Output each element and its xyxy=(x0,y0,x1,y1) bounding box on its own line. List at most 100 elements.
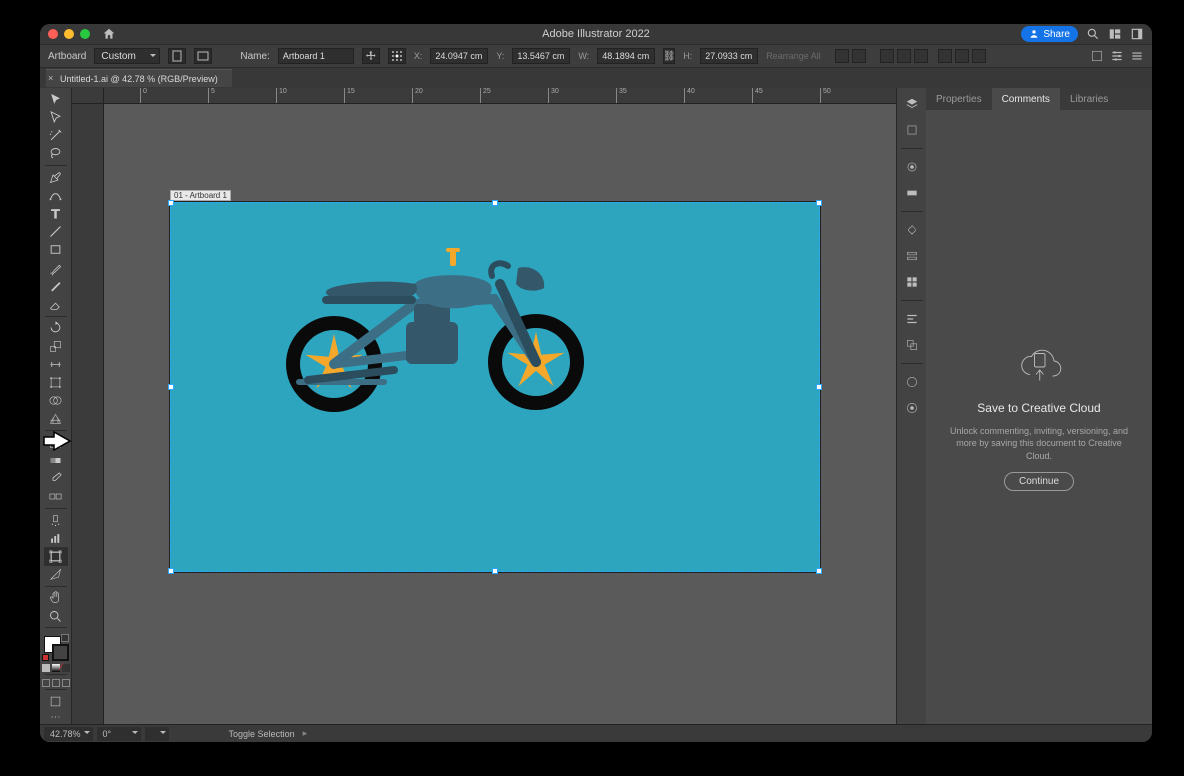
status-menu-arrow[interactable]: ▸ xyxy=(303,728,308,739)
panel-menu-icon[interactable] xyxy=(1130,49,1144,63)
rectangle-tool[interactable] xyxy=(44,241,68,259)
direct-selection-tool[interactable] xyxy=(44,108,68,126)
x-input[interactable]: 24.0947 cm xyxy=(430,48,488,64)
hand-tool[interactable] xyxy=(44,589,68,607)
gradient-panel-icon[interactable] xyxy=(902,183,922,203)
artboard-name-input[interactable]: Artboard 1 xyxy=(278,48,354,64)
edit-toolbar-button[interactable]: ⋯ xyxy=(45,710,67,723)
layers-panel-icon[interactable] xyxy=(902,94,922,114)
blend-tool[interactable] xyxy=(44,488,68,506)
y-input[interactable]: 13.5467 cm xyxy=(512,48,570,64)
scale-tool[interactable] xyxy=(44,337,68,355)
artboard-option-button[interactable] xyxy=(852,49,866,63)
align-left-button[interactable] xyxy=(880,49,894,63)
free-transform-tool[interactable] xyxy=(44,373,68,391)
cc-title: Save to Creative Cloud xyxy=(977,401,1100,415)
align-vcenter-button[interactable] xyxy=(955,49,969,63)
stroke-swatch[interactable] xyxy=(52,644,69,661)
line-tool[interactable] xyxy=(44,223,68,241)
pathfinder-panel-icon[interactable] xyxy=(902,335,922,355)
selection-tool[interactable] xyxy=(44,90,68,108)
appearance-panel-icon[interactable] xyxy=(902,157,922,177)
align-top-button[interactable] xyxy=(938,49,952,63)
traffic-close[interactable] xyxy=(48,29,58,39)
artboard-option-button[interactable] xyxy=(835,49,849,63)
color-guide-panel-icon[interactable] xyxy=(902,398,922,418)
default-fill-stroke-icon[interactable] xyxy=(42,654,49,661)
horizontal-ruler[interactable]: 05101520253035404550 xyxy=(72,88,896,104)
traffic-min[interactable] xyxy=(64,29,74,39)
shape-builder-tool[interactable] xyxy=(44,392,68,410)
perspective-grid-tool[interactable] xyxy=(44,410,68,428)
symbol-sprayer-tool[interactable] xyxy=(44,511,68,529)
align-panel-icon[interactable] xyxy=(902,309,922,329)
setup-icon[interactable] xyxy=(1090,49,1104,63)
document-tab[interactable]: × Untitled-1.ai @ 42.78 % (RGB/Preview) xyxy=(46,69,232,87)
width-tool[interactable] xyxy=(44,355,68,373)
none-mode-button[interactable]: ⁄ xyxy=(62,664,70,672)
color-panel-icon[interactable] xyxy=(902,372,922,392)
align-bottom-button[interactable] xyxy=(972,49,986,63)
draw-inside-button[interactable] xyxy=(62,679,70,687)
brushes-panel-icon[interactable] xyxy=(902,246,922,266)
swap-fill-stroke-icon[interactable] xyxy=(61,634,69,642)
color-mode-button[interactable] xyxy=(42,664,50,672)
draw-behind-button[interactable] xyxy=(52,679,60,687)
traffic-max[interactable] xyxy=(80,29,90,39)
pen-tool[interactable] xyxy=(44,168,68,186)
motorcycle-artwork[interactable] xyxy=(264,234,604,414)
search-icon[interactable] xyxy=(1086,27,1100,41)
artboards-panel-icon[interactable] xyxy=(902,120,922,140)
preset-select[interactable]: Custom xyxy=(94,48,160,64)
y-label: Y: xyxy=(496,51,504,61)
ruler-origin[interactable] xyxy=(72,88,104,104)
mesh-tool[interactable] xyxy=(44,433,68,451)
move-artwork-button[interactable] xyxy=(362,48,380,64)
gradient-mode-button[interactable] xyxy=(52,664,60,672)
slice-tool[interactable] xyxy=(44,566,68,584)
shaper-tool[interactable] xyxy=(44,277,68,295)
tab-comments[interactable]: Comments xyxy=(992,88,1060,110)
orientation-landscape-button[interactable] xyxy=(194,48,212,64)
close-tab-icon[interactable]: × xyxy=(48,73,53,83)
vertical-ruler[interactable] xyxy=(72,104,104,724)
align-hcenter-button[interactable] xyxy=(897,49,911,63)
home-icon[interactable] xyxy=(102,27,116,41)
rotate-tool[interactable] xyxy=(44,319,68,337)
fill-stroke-swatches[interactable] xyxy=(42,634,70,661)
eraser-tool[interactable] xyxy=(44,296,68,314)
tab-libraries[interactable]: Libraries xyxy=(1060,88,1118,110)
draw-normal-button[interactable] xyxy=(42,679,50,687)
w-input[interactable]: 48.1894 cm xyxy=(597,48,655,64)
zoom-select[interactable]: 42.78% xyxy=(44,727,93,741)
lasso-tool[interactable] xyxy=(44,145,68,163)
workspace-icon[interactable] xyxy=(1108,27,1122,41)
rearrange-all-button[interactable]: Rearrange All xyxy=(766,51,821,61)
artboard-nav-select[interactable] xyxy=(145,727,169,741)
viewport[interactable]: 01 - Artboard 1 xyxy=(104,104,896,724)
status-info: Toggle Selection xyxy=(229,729,295,739)
h-input[interactable]: 27.0933 cm xyxy=(700,48,758,64)
panel-toggle-icon[interactable] xyxy=(1130,27,1144,41)
zoom-tool[interactable] xyxy=(44,607,68,625)
continue-button[interactable]: Continue xyxy=(1004,472,1074,491)
paintbrush-tool[interactable] xyxy=(44,259,68,277)
curvature-tool[interactable] xyxy=(44,186,68,204)
share-button[interactable]: Share xyxy=(1021,26,1078,42)
symbols-panel-icon[interactable] xyxy=(902,220,922,240)
orientation-portrait-button[interactable] xyxy=(168,48,186,64)
screen-mode-button[interactable] xyxy=(44,692,68,710)
rotate-view-select[interactable]: 0° xyxy=(97,727,141,741)
prefs-icon[interactable] xyxy=(1110,49,1124,63)
tab-properties[interactable]: Properties xyxy=(926,88,992,110)
eyedropper-tool[interactable] xyxy=(44,470,68,488)
artboard-tool[interactable] xyxy=(44,547,68,565)
reference-point-button[interactable] xyxy=(388,48,406,64)
link-dimensions-button[interactable]: ⛓ xyxy=(663,48,675,64)
align-right-button[interactable] xyxy=(914,49,928,63)
swatches-panel-icon[interactable] xyxy=(902,272,922,292)
type-tool[interactable] xyxy=(44,204,68,222)
magic-wand-tool[interactable] xyxy=(44,126,68,144)
gradient-tool[interactable] xyxy=(44,451,68,469)
column-graph-tool[interactable] xyxy=(44,529,68,547)
